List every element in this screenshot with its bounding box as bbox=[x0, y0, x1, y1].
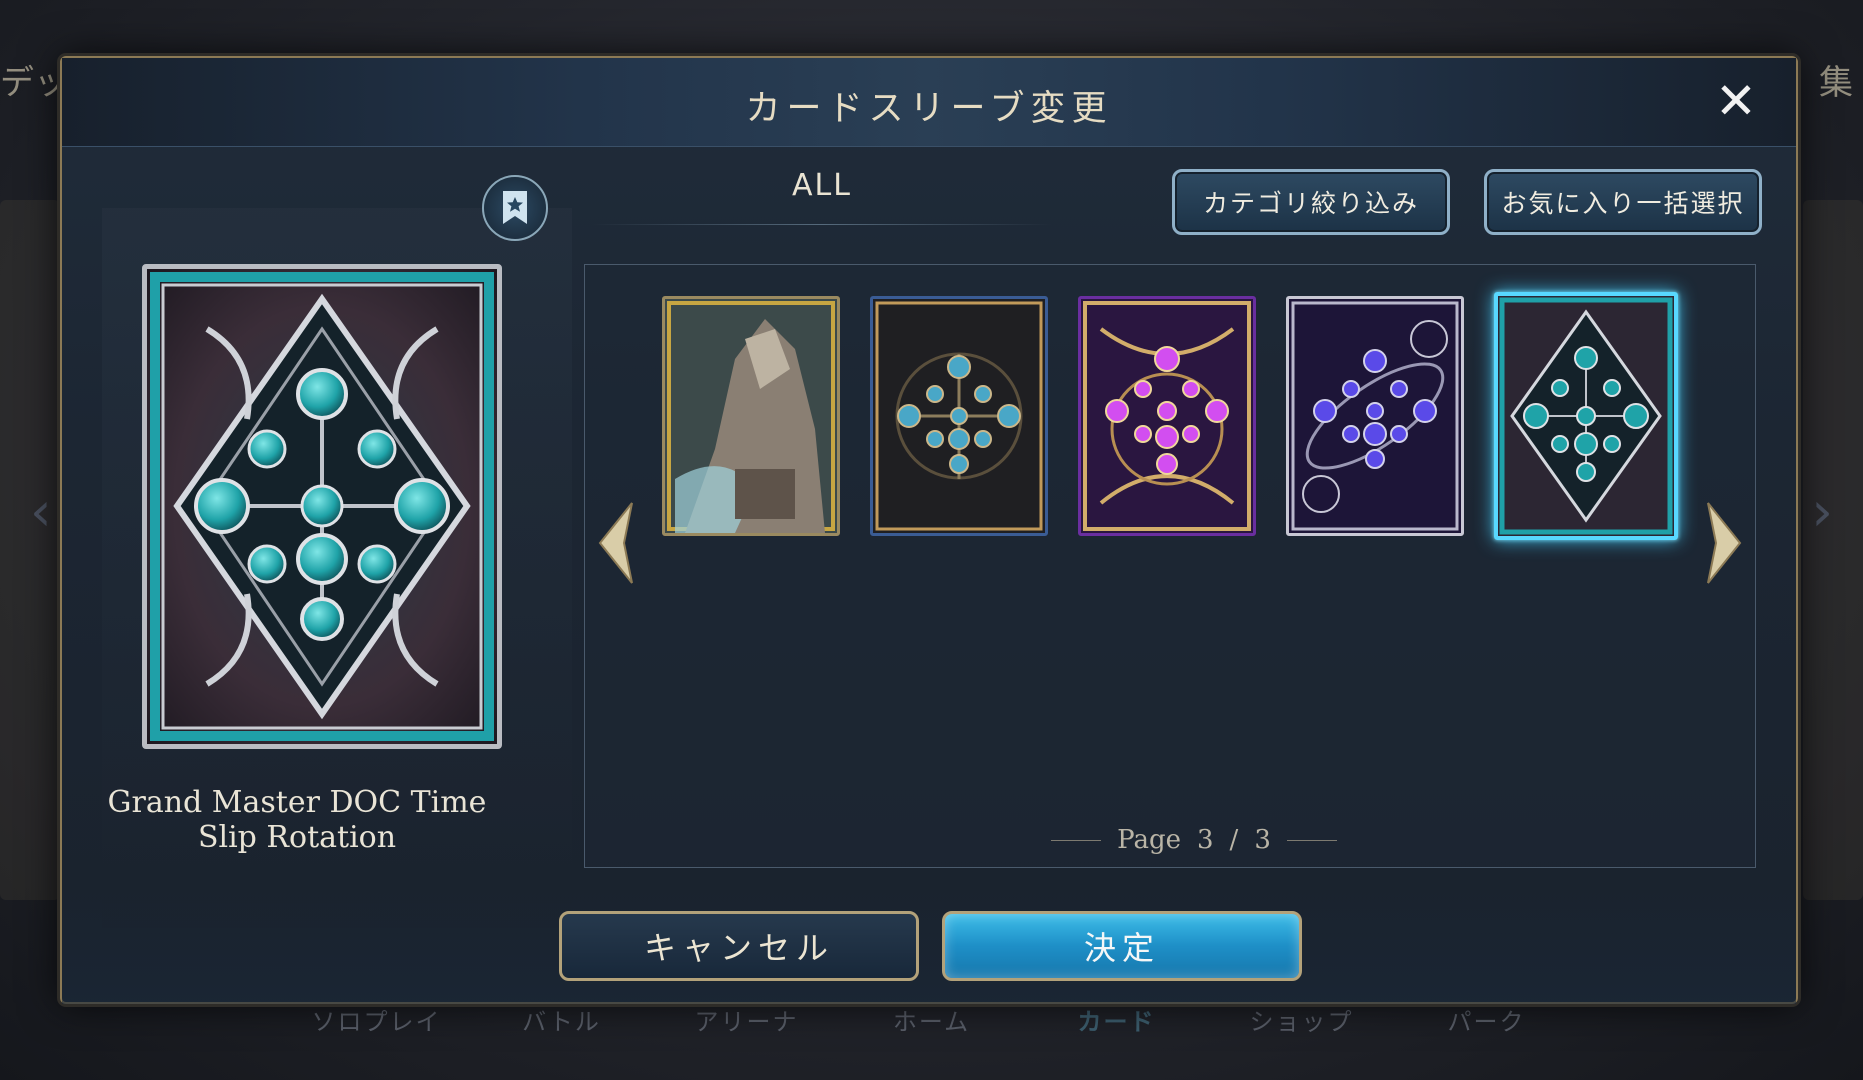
bookmark-star-icon bbox=[503, 191, 527, 224]
sleeve-art-silver-teal bbox=[1498, 296, 1674, 536]
modal-header: カードスリーブ変更 ✕ bbox=[62, 58, 1796, 147]
nav-card: カード bbox=[1077, 1008, 1156, 1036]
sleeve-item[interactable] bbox=[1286, 296, 1464, 536]
sleeve-item-selected[interactable] bbox=[1494, 292, 1678, 540]
pagination: Page 3 / 3 bbox=[984, 825, 1404, 855]
prev-page-arrow-icon[interactable] bbox=[592, 498, 642, 588]
background-card bbox=[0, 200, 60, 900]
nav-solo-play: ソロプレイ bbox=[311, 1008, 442, 1036]
selected-sleeve-preview bbox=[142, 264, 502, 749]
sleeve-art-knight bbox=[665, 299, 837, 533]
pager-current: 3 bbox=[1197, 825, 1214, 855]
category-filter-button[interactable]: カテゴリ絞り込み bbox=[1172, 169, 1450, 235]
close-icon[interactable]: ✕ bbox=[1712, 76, 1760, 126]
pager-separator: / bbox=[1229, 825, 1239, 855]
background-card bbox=[1803, 200, 1863, 900]
selected-sleeve-name: Grand Master DOC Time Slip Rotation bbox=[107, 785, 487, 855]
cancel-button[interactable]: キャンセル bbox=[559, 911, 919, 981]
background-tab-collection: 集 bbox=[1819, 63, 1853, 103]
nav-home: ホーム bbox=[892, 1008, 971, 1036]
sleeve-change-modal: カードスリーブ変更 ✕ Grand Master DOC Time Slip R… bbox=[60, 56, 1798, 1004]
favorite-button[interactable] bbox=[482, 175, 548, 241]
sleeve-art-dark-teal bbox=[873, 299, 1045, 533]
sleeve-item[interactable] bbox=[1078, 296, 1256, 536]
sleeve-art-gold-magenta bbox=[1081, 299, 1253, 533]
pager-label: Page bbox=[1117, 825, 1181, 855]
next-page-arrow-icon[interactable] bbox=[1698, 498, 1748, 588]
sleeve-item[interactable] bbox=[662, 296, 840, 536]
nav-arena: アリーナ bbox=[694, 1008, 799, 1036]
filter-divider bbox=[592, 224, 1052, 225]
footer bbox=[62, 888, 1796, 1004]
background-left-arrow-icon: ‹ bbox=[30, 480, 52, 543]
pager-total: 3 bbox=[1254, 825, 1271, 855]
confirm-button[interactable]: 決定 bbox=[942, 911, 1302, 981]
nav-shop: ショップ bbox=[1249, 1008, 1354, 1036]
sleeve-item[interactable] bbox=[870, 296, 1048, 536]
sleeve-art-purple-cosmic bbox=[1289, 299, 1461, 533]
background-tab-deck: デッ bbox=[0, 63, 68, 103]
nav-park: パーク bbox=[1447, 1008, 1526, 1036]
background-right-arrow-icon: › bbox=[1811, 480, 1833, 543]
bottom-navigation: ソロプレイ バトル アリーナ ホーム カード ショップ パーク bbox=[0, 1005, 1863, 1065]
favorite-bulk-select-button[interactable]: お気に入り一括選択 bbox=[1484, 169, 1762, 235]
nav-battle: バトル bbox=[522, 1008, 601, 1036]
filter-label: ALL bbox=[792, 168, 852, 203]
pager-line bbox=[1051, 839, 1102, 841]
pager-line bbox=[1286, 839, 1337, 841]
modal-title: カードスリーブ変更 bbox=[745, 89, 1113, 129]
